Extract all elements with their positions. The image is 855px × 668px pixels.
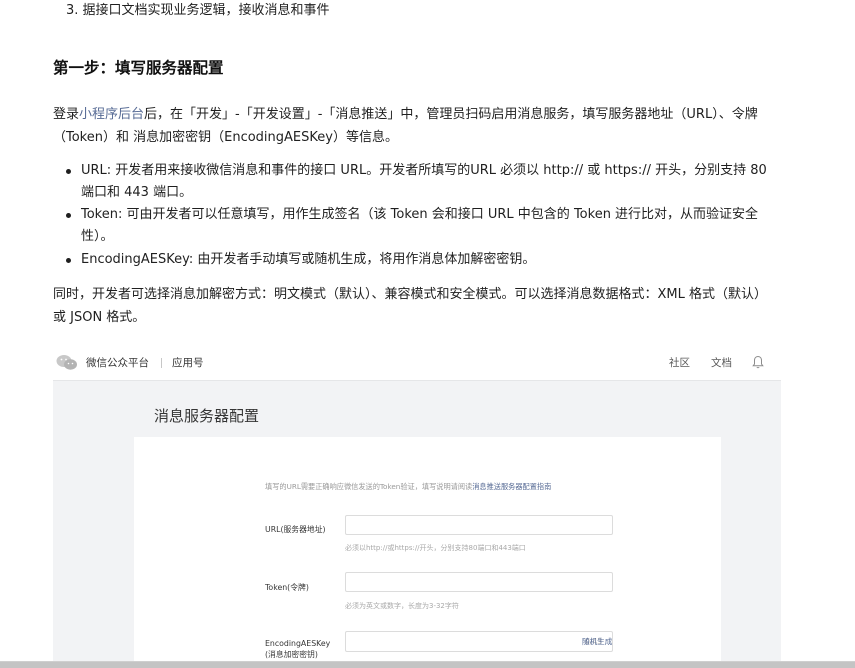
app-type-label: 应用号 [172,357,204,369]
brand-divider [161,358,162,368]
mini-program-admin-link[interactable]: 小程序后台 [79,107,144,122]
encryption-paragraph: 同时，开发者可选择消息加解密方式：明文模式（默认）、兼容模式和安全模式。可以选择… [53,287,767,325]
bullet-token: Token: 可由开发者可以任意填写，用作生成签名（该 Token 会和接口 U… [66,204,781,248]
wechat-logo-icon [56,355,77,370]
aes-key-input[interactable]: 0/43 [345,631,613,652]
bullet-aes-key-text: EncodingAESKey: 由开发者手动填写或随机生成，将用作消息体加解密密… [81,252,536,267]
config-form-card: 填写的URL需要正确响应微信发送的Token验证，填写说明请阅读消息推送服务器配… [134,437,721,668]
intro-text-pre: 登录 [53,107,80,122]
intro-paragraph: 登录小程序后台后，在「开发」-「开发设置」-「消息推送」中，管理员扫码启用消息服… [53,103,773,149]
step-3-list-item: 3. 据接口文档实现业务逻辑，接收消息和事件 [66,3,330,18]
bullet-dot-icon [66,213,71,218]
platform-topbar: 微信公众平台 应用号 社区 文档 [53,346,781,381]
notification-bell-icon[interactable] [752,355,764,369]
bullet-url-text: URL: 开发者用来接收微信消息和事件的接口 URL。开发者所填写的URL 必须… [81,163,767,200]
url-field-hint: 必须以http://或https://开头，分别支持80端口和443端口 [345,544,526,552]
random-generate-button[interactable]: 随机生成 [582,636,612,647]
bullet-token-text: Token: 可由开发者可以任意填写，用作生成签名（该 Token 会和接口 U… [81,207,759,244]
form-hint-text: 填写的URL需要正确响应微信发送的Token验证，填写说明请阅读 [265,482,473,491]
horizontal-scrollbar-thumb[interactable] [0,662,855,668]
config-guide-link[interactable]: 消息推送服务器配置指南 [472,482,551,491]
token-field-hint: 必须为英文或数字，长度为3-32字符 [345,602,459,610]
bullet-aes-key: EncodingAESKey: 由开发者手动填写或随机生成，将用作消息体加解密密… [66,249,781,271]
bullet-dot-icon [66,258,71,263]
intro-text-post: 后，在「开发」-「开发设置」-「消息推送」中，管理员扫码启用消息服务，填写服务器… [53,107,758,145]
token-field-label: Token(令牌) [265,583,309,592]
token-input[interactable] [345,572,613,592]
page-title: 消息服务器配置 [154,407,260,425]
platform-brand: 微信公众平台 [86,357,149,369]
url-field-label: URL(服务器地址) [265,525,326,534]
bullet-url: URL: 开发者用来接收微信消息和事件的接口 URL。开发者所填写的URL 必须… [66,160,781,204]
aes-key-field-label: EncodingAESKey (消息加密密钥) [265,638,330,660]
aes-key-label-line1: EncodingAESKey [265,639,331,648]
bullet-dot-icon [66,169,71,174]
server-config-screenshot: 微信公众平台 应用号 社区 文档 消息服务器配置 填写的URL需要正确响应微信发… [53,346,781,668]
nav-docs-link[interactable]: 文档 [711,355,732,370]
form-hint: 填写的URL需要正确响应微信发送的Token验证，填写说明请阅读消息推送服务器配… [265,482,551,492]
section-heading: 第一步：填写服务器配置 [53,59,224,77]
nav-community-link[interactable]: 社区 [669,355,690,370]
aes-key-label-line2: (消息加密密钥) [265,650,318,659]
url-input[interactable] [345,515,613,535]
